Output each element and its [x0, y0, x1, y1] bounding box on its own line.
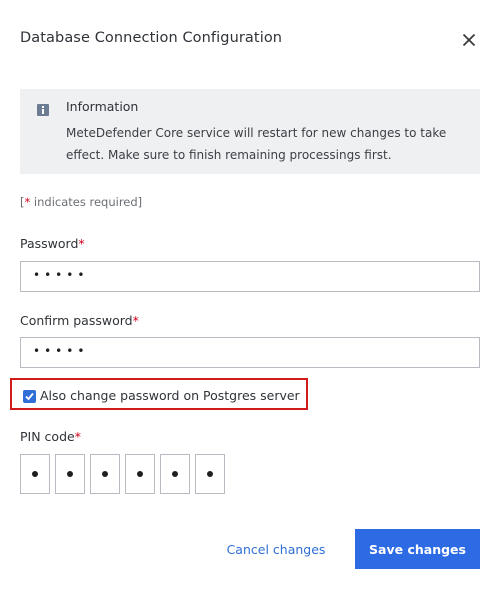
- confirm-password-label: Confirm password*: [20, 313, 139, 328]
- information-panel: Information MeteDefender Core service wi…: [20, 89, 480, 174]
- database-connection-dialog: Database Connection Configuration Inform…: [0, 0, 500, 599]
- required-note-suffix: indicates required]: [30, 195, 143, 209]
- pin-digit-3[interactable]: [90, 454, 120, 494]
- pin-digit-4[interactable]: [125, 454, 155, 494]
- info-text: MeteDefender Core service will restart f…: [66, 126, 447, 162]
- password-required-star: *: [78, 236, 85, 251]
- dialog-title: Database Connection Configuration: [20, 30, 283, 46]
- confirm-password-required-star: *: [132, 313, 139, 328]
- pin-code-label-text: PIN code: [20, 429, 75, 444]
- postgres-password-checkbox[interactable]: [23, 390, 36, 403]
- pin-code-label: PIN code*: [20, 429, 81, 444]
- cancel-changes-button[interactable]: Cancel changes: [212, 529, 340, 569]
- confirm-password-value: •••••: [33, 344, 89, 358]
- pin-required-star: *: [74, 429, 81, 444]
- pin-dot: [67, 471, 73, 477]
- checkmark-icon: [25, 392, 34, 401]
- password-label: Password*: [20, 236, 85, 251]
- password-field[interactable]: •••••: [20, 261, 480, 292]
- required-note: [* indicates required]: [20, 195, 142, 209]
- pin-dot: [102, 471, 108, 477]
- pin-digit-5[interactable]: [160, 454, 190, 494]
- confirm-password-field[interactable]: •••••: [20, 337, 480, 368]
- pin-digit-6[interactable]: [195, 454, 225, 494]
- close-icon[interactable]: [458, 29, 480, 51]
- pin-dot: [207, 471, 213, 477]
- confirm-password-label-text: Confirm password: [20, 313, 133, 328]
- postgres-password-checkbox-label[interactable]: Also change password on Postgres server: [40, 388, 300, 403]
- save-changes-button[interactable]: Save changes: [355, 529, 480, 569]
- info-icon: [37, 104, 49, 116]
- pin-digit-2[interactable]: [55, 454, 85, 494]
- pin-dot: [32, 471, 38, 477]
- password-value: •••••: [33, 268, 89, 282]
- info-title: Information: [66, 99, 139, 114]
- pin-dot: [172, 471, 178, 477]
- password-label-text: Password: [20, 236, 79, 251]
- pin-dot: [137, 471, 143, 477]
- pin-digit-1[interactable]: [20, 454, 50, 494]
